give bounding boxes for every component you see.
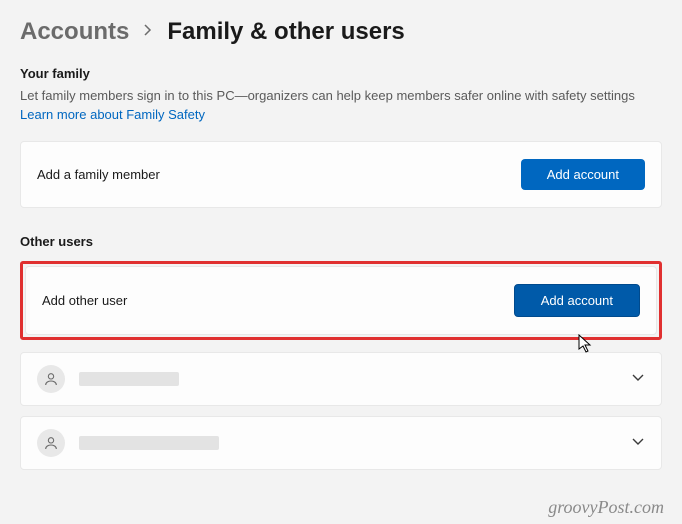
add-family-member-card: Add a family member Add account: [20, 141, 662, 208]
highlight-box: Add other user Add account: [20, 261, 662, 340]
page-title: Family & other users: [167, 18, 404, 46]
add-family-account-button[interactable]: Add account: [521, 159, 645, 190]
family-desc-text: Let family members sign in to this PC—or…: [20, 88, 635, 103]
watermark: groovyPost.com: [548, 497, 664, 518]
breadcrumb: Accounts Family & other users: [20, 18, 662, 46]
add-family-member-label: Add a family member: [37, 167, 160, 182]
your-family-description: Let family members sign in to this PC—or…: [20, 87, 662, 125]
other-users-section: Other users Add other user Add account: [20, 234, 662, 470]
other-user-row[interactable]: [20, 416, 662, 470]
user-icon: [37, 365, 65, 393]
breadcrumb-accounts[interactable]: Accounts: [20, 18, 129, 46]
chevron-right-icon: [143, 23, 153, 41]
add-other-account-button[interactable]: Add account: [514, 284, 640, 317]
your-family-heading: Your family: [20, 66, 662, 81]
user-icon: [37, 429, 65, 457]
other-users-heading: Other users: [20, 234, 662, 249]
family-safety-link[interactable]: Learn more about Family Safety: [20, 107, 205, 122]
add-other-user-card: Add other user Add account: [25, 266, 657, 335]
chevron-down-icon[interactable]: [631, 434, 645, 451]
user-name-redacted: [79, 436, 219, 450]
other-user-row[interactable]: [20, 352, 662, 406]
add-other-user-label: Add other user: [42, 293, 127, 308]
your-family-section: Your family Let family members sign in t…: [20, 66, 662, 208]
chevron-down-icon[interactable]: [631, 370, 645, 387]
user-name-redacted: [79, 372, 179, 386]
